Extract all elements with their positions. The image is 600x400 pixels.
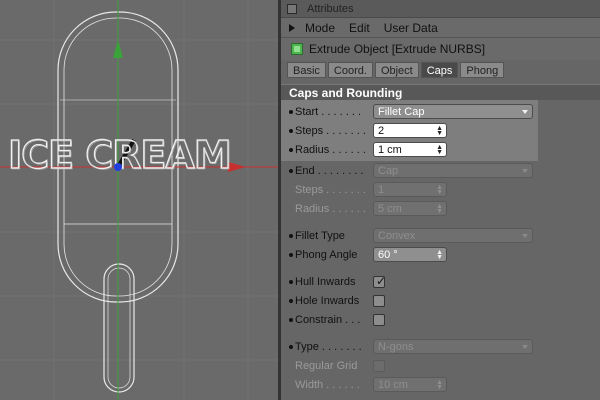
hull-inwards-row: Hull Inwards ✓ <box>281 272 600 291</box>
start-radius-label: Radius . . . . . . <box>295 143 366 156</box>
fillet-type-row: Fillet Type Convex <box>281 226 600 245</box>
end-steps-label: Steps . . . . . . . <box>295 183 366 196</box>
panel-title: Attributes <box>307 2 354 15</box>
start-steps-value: 2 <box>378 125 385 137</box>
fillet-type-value: Convex <box>378 230 416 242</box>
animation-bullet-icon[interactable] <box>289 109 293 114</box>
start-row: Start . . . . . . . Fillet Cap <box>281 102 538 121</box>
tab-coord[interactable]: Coord. <box>327 62 373 78</box>
animation-bullet-icon[interactable] <box>289 252 293 257</box>
end-steps-input[interactable]: 1 ▲ ▼ <box>373 182 447 197</box>
end-steps-row: Steps . . . . . . . 1 ▲ ▼ <box>281 180 600 199</box>
type-dropdown[interactable]: N-gons <box>373 339 533 354</box>
panel-titlebar: Attributes <box>281 0 600 18</box>
chevron-down-icon <box>522 234 528 238</box>
width-input[interactable]: 10 cm ▲ ▼ <box>373 377 447 392</box>
end-label: End . . . . . . . . <box>295 164 364 177</box>
end-dropdown[interactable]: Cap <box>373 163 533 178</box>
viewport-canvas[interactable]: ICE CREAM ICE CREAM <box>0 0 278 400</box>
start-radius-value: 1 cm <box>378 144 402 156</box>
object-name: Extrude Object [Extrude NURBS] <box>309 42 486 56</box>
regular-grid-checkbox[interactable] <box>373 359 385 372</box>
width-label: Width . . . . . . <box>295 378 360 391</box>
animation-bullet-icon[interactable] <box>289 233 293 238</box>
hull-inwards-label: Hull Inwards <box>295 275 356 288</box>
animation-bullet-icon[interactable] <box>289 317 293 322</box>
end-radius-input[interactable]: 5 cm ▲ ▼ <box>373 201 447 216</box>
hole-inwards-checkbox[interactable] <box>373 294 385 307</box>
stepper-arrows-icon[interactable]: ▲ ▼ <box>436 184 443 196</box>
hole-inwards-row: Hole Inwards <box>281 291 600 310</box>
hull-inwards-checkbox[interactable]: ✓ <box>373 273 387 288</box>
animation-bullet-icon[interactable] <box>289 128 293 133</box>
end-radius-label: Radius . . . . . . <box>295 202 366 215</box>
start-dropdown[interactable]: Fillet Cap <box>373 104 533 119</box>
animation-bullet-icon[interactable] <box>289 168 293 173</box>
chevron-down-icon <box>522 110 528 114</box>
extrude-nurbs-icon <box>291 43 303 55</box>
phong-angle-label: Phong Angle <box>295 248 358 261</box>
viewport-grid <box>0 0 278 400</box>
end-row: End . . . . . . . . Cap <box>281 161 600 180</box>
constrain-row: Constrain . . . <box>281 310 600 329</box>
section-caps-rounding[interactable]: Caps and Rounding <box>281 84 600 100</box>
animation-bullet-icon[interactable] <box>289 344 293 349</box>
start-steps-row: Steps . . . . . . . 2 ▲ ▼ <box>281 121 538 140</box>
end-steps-value: 1 <box>378 184 385 196</box>
3d-viewport[interactable]: ICE CREAM ICE CREAM <box>0 0 278 400</box>
animation-bullet-icon[interactable] <box>289 279 293 284</box>
start-group: Start . . . . . . . Fillet Cap Steps . .… <box>281 100 538 161</box>
stepper-arrows-icon[interactable]: ▲ ▼ <box>436 203 443 215</box>
type-label: Type . . . . . . . <box>295 340 362 353</box>
menu-item-user-data[interactable]: User Data <box>384 21 438 35</box>
menu-item-edit[interactable]: Edit <box>349 21 370 35</box>
end-radius-value: 5 cm <box>378 203 402 215</box>
tab-caps[interactable]: Caps <box>420 62 459 78</box>
menu-bar: Mode Edit User Data <box>281 18 600 38</box>
end-value: Cap <box>378 165 399 177</box>
menu-item-mode[interactable]: Mode <box>305 21 335 35</box>
tab-phong[interactable]: Phong <box>460 62 505 78</box>
panel-menu-icon[interactable] <box>287 3 297 14</box>
chevron-down-icon <box>522 345 528 349</box>
object-header: Extrude Object [Extrude NURBS] <box>281 38 600 60</box>
animation-bullet-icon[interactable] <box>289 298 293 303</box>
menu-arrow-icon[interactable] <box>289 23 295 32</box>
start-steps-label: Steps . . . . . . . <box>295 124 366 137</box>
width-row: Width . . . . . . 10 cm ▲ ▼ <box>281 375 600 394</box>
fillet-type-label: Fillet Type <box>295 229 345 242</box>
chevron-down-icon <box>522 169 528 173</box>
start-value: Fillet Cap <box>378 106 425 118</box>
regular-grid-label: Regular Grid <box>295 359 358 372</box>
tab-basic[interactable]: Basic <box>287 62 326 78</box>
phong-angle-input[interactable]: 60 ° ▲ ▼ <box>373 247 447 262</box>
tab-object[interactable]: Object <box>374 62 419 78</box>
end-radius-row: Radius . . . . . . 5 cm ▲ ▼ <box>281 199 600 218</box>
phong-angle-value: 60 ° <box>378 249 398 261</box>
tab-bar: Basic Coord. Object Caps Phong <box>281 62 600 80</box>
3d-text-inner-outline: ICE CREAM <box>9 134 232 178</box>
stepper-arrows-icon[interactable]: ▲ ▼ <box>436 249 443 261</box>
fillet-type-dropdown[interactable]: Convex <box>373 228 533 243</box>
constrain-checkbox[interactable] <box>373 313 385 326</box>
stepper-arrows-icon[interactable]: ▲ ▼ <box>436 379 443 391</box>
start-steps-input[interactable]: 2 ▲ ▼ <box>373 123 447 138</box>
phong-angle-row: Phong Angle 60 ° ▲ ▼ <box>281 245 600 264</box>
type-value: N-gons <box>378 341 414 353</box>
hole-inwards-label: Hole Inwards <box>295 294 360 307</box>
start-radius-row: Radius . . . . . . 1 cm ▲ ▼ <box>281 140 538 159</box>
width-value: 10 cm <box>378 379 408 391</box>
y-axis-handle[interactable] <box>113 40 123 58</box>
type-row: Type . . . . . . . N-gons <box>281 337 600 356</box>
attributes-panel: Attributes Mode Edit User Data Extrude O… <box>278 0 600 400</box>
animation-bullet-icon[interactable] <box>289 147 293 152</box>
regular-grid-row: Regular Grid <box>281 356 600 375</box>
checkmark-icon: ✓ <box>376 273 387 288</box>
object-center-point[interactable] <box>114 163 122 171</box>
stepper-arrows-icon[interactable]: ▲ ▼ <box>436 144 443 156</box>
constrain-label: Constrain . . . <box>295 313 361 326</box>
start-label: Start . . . . . . . <box>295 105 362 118</box>
stepper-arrows-icon[interactable]: ▲ ▼ <box>436 125 443 137</box>
start-radius-input[interactable]: 1 cm ▲ ▼ <box>373 142 447 157</box>
